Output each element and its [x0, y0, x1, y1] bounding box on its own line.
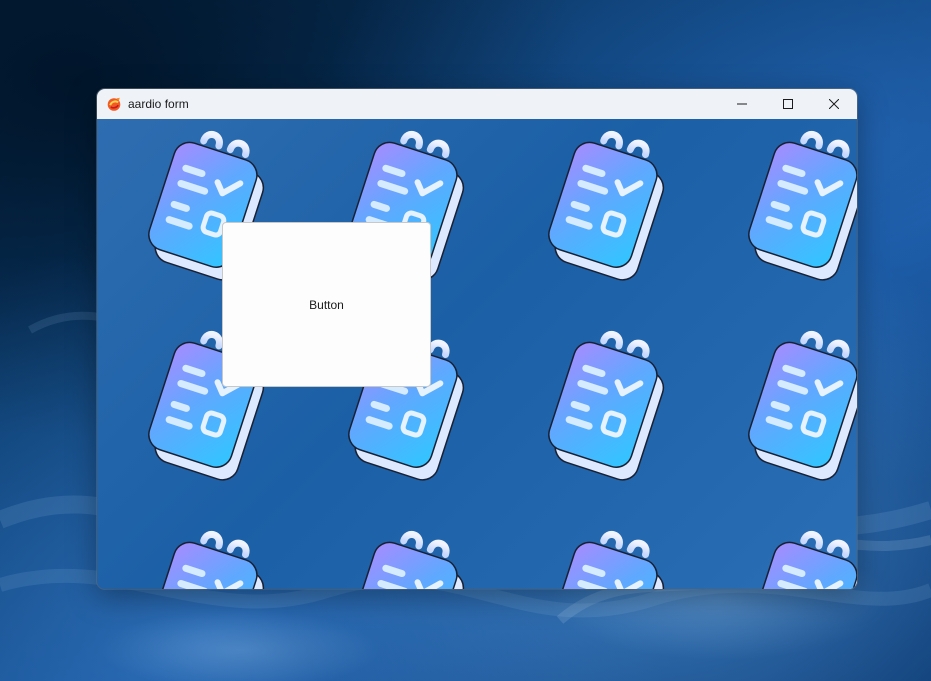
notepad-checklist-icon [142, 525, 275, 589]
close-button[interactable] [811, 89, 857, 119]
form-button[interactable]: Button [222, 222, 431, 387]
window-title: aardio form [128, 97, 189, 111]
aardio-logo-icon [107, 97, 121, 111]
close-icon [829, 99, 839, 109]
notepad-checklist-icon [342, 525, 475, 589]
form-client-area: Button [97, 119, 857, 589]
notepad-checklist-icon [542, 125, 675, 284]
minimize-button[interactable] [719, 89, 765, 119]
window-controls [719, 89, 857, 119]
notepad-checklist-icon [742, 125, 857, 284]
notepad-checklist-icon [742, 525, 857, 589]
notepad-checklist-icon [542, 525, 675, 589]
desktop-background: aardio form Button [0, 0, 931, 681]
maximize-button[interactable] [765, 89, 811, 119]
notepad-checklist-icon [742, 325, 857, 484]
maximize-icon [783, 99, 793, 109]
background-icon-grid [97, 119, 857, 589]
title-bar[interactable]: aardio form [97, 89, 857, 119]
notepad-checklist-icon [542, 325, 675, 484]
app-window: aardio form Button [97, 89, 857, 589]
minimize-icon [737, 103, 747, 105]
